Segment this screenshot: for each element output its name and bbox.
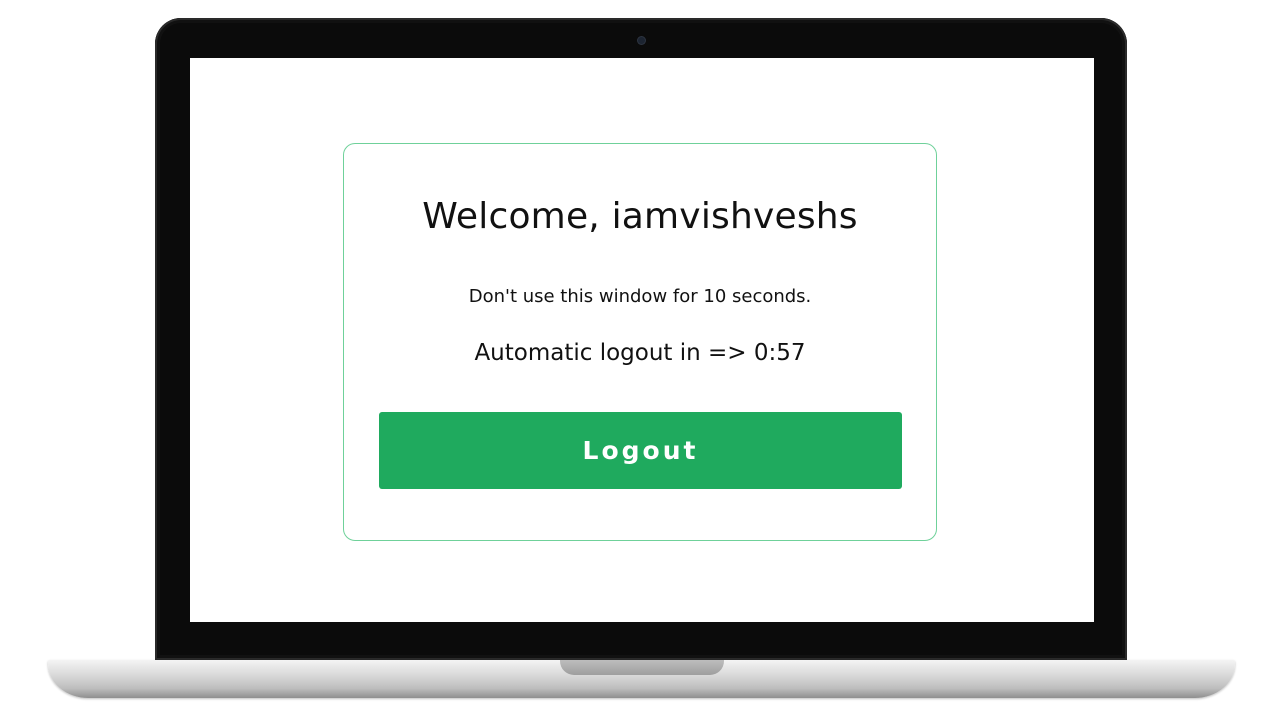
- logout-card: Welcome, iamvishveshs Don't use this win…: [343, 143, 937, 541]
- idle-notice-text: Don't use this window for 10 seconds.: [468, 286, 812, 307]
- laptop-hinge-notch: [560, 660, 724, 675]
- webcam-icon: [638, 37, 645, 44]
- logout-countdown-text: Automatic logout in => 0:57: [474, 340, 806, 366]
- laptop-screen: Welcome, iamvishveshs Don't use this win…: [190, 58, 1094, 622]
- laptop-mockup: Welcome, iamvishveshs Don't use this win…: [0, 0, 1280, 720]
- welcome-heading: Welcome, iamvishveshs: [422, 196, 858, 237]
- logout-button[interactable]: Logout: [379, 412, 902, 489]
